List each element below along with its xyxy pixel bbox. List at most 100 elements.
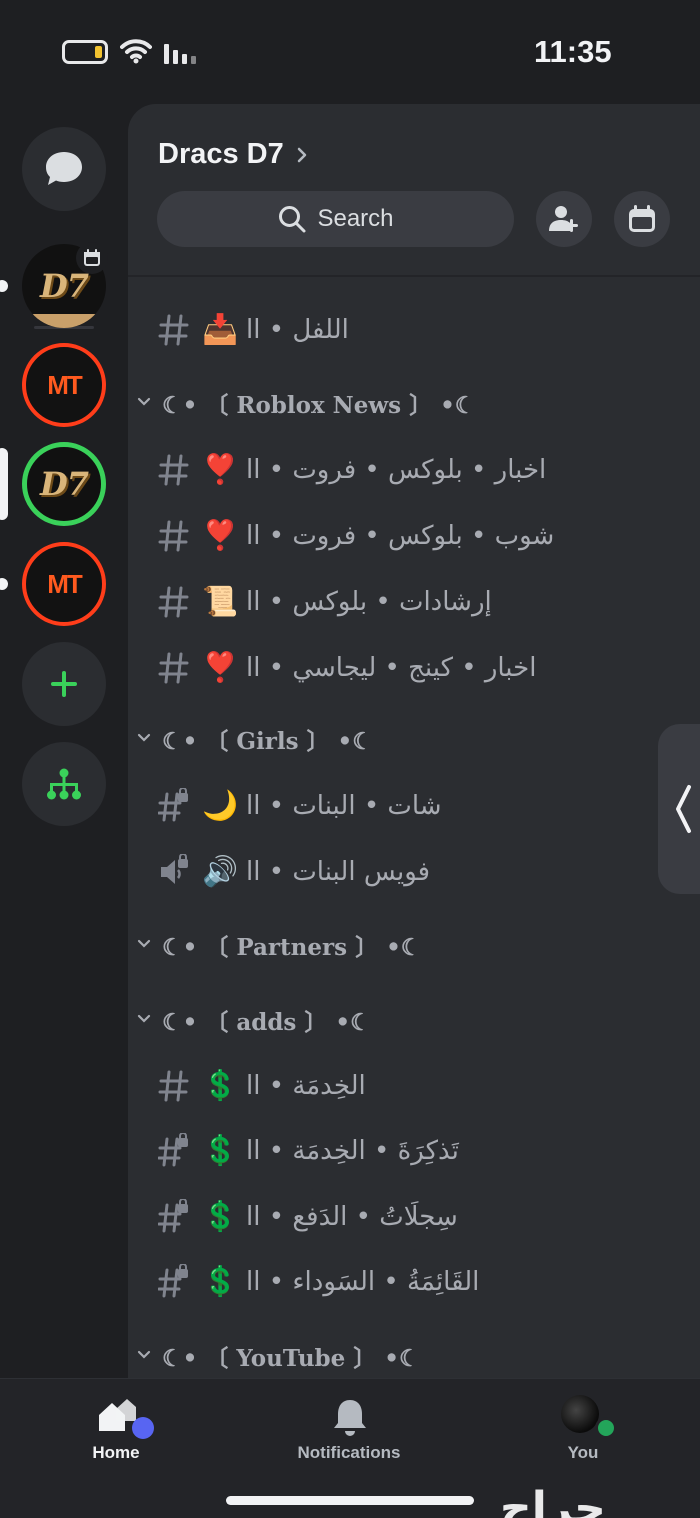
home-indicator[interactable] (226, 1496, 474, 1505)
wifi-icon (120, 39, 152, 64)
channel-emoji: 🌙 (202, 788, 239, 822)
add-server-button[interactable] (22, 642, 106, 726)
unread-indicator (0, 280, 8, 292)
category-header[interactable]: ☾• 〔 adds 〕 •☾ (128, 997, 700, 1057)
category-header[interactable]: ☾• 〔 Roblox News 〕 •☾ (128, 380, 700, 440)
channel-name: فويس البنات • اا (246, 857, 431, 887)
category-title: ☾• 〔 Partners 〕 •☾ (162, 934, 422, 961)
server-name[interactable]: Dracs D7 (158, 138, 284, 171)
watermark: حراج (500, 1483, 606, 1518)
text-channel-icon (158, 652, 189, 684)
server-logo-text: MT (47, 568, 83, 599)
text-channel-icon (158, 586, 189, 618)
locked-text-channel-icon (158, 1199, 188, 1233)
channel-emoji: ❣️ (202, 452, 239, 486)
channel-item[interactable]: 🔊 فويس البنات • اا (128, 844, 700, 904)
bottom-navigation: Home Notifications You حراج (0, 1378, 700, 1518)
channel-emoji: 📜 (202, 584, 239, 618)
channel-item[interactable]: 💲 سِجلَاتُ • الدَفع • اا (128, 1189, 700, 1249)
server-logo-text: MT (47, 369, 83, 400)
member-list-handle[interactable] (658, 724, 700, 894)
channel-name: تَذكِرَةَ • الخِدمَة • اا (246, 1136, 459, 1166)
channel-item[interactable]: 🌙 شات • البنات • اا (128, 778, 700, 838)
category-header[interactable]: ☾• 〔 Girls 〕 •☾ (128, 716, 700, 776)
chevron-left-icon (676, 785, 691, 833)
tab-notifications[interactable]: Notifications (269, 1379, 429, 1479)
locked-voice-channel-icon (161, 854, 188, 884)
server-icon-mt[interactable]: MT (22, 343, 106, 427)
category-title: ☾• 〔 adds 〕 •☾ (162, 1009, 371, 1036)
channel-emoji: 💲 (202, 1068, 239, 1102)
selected-server-indicator (0, 448, 8, 520)
channel-item[interactable]: 💲 الخِدمَة • اا (128, 1058, 700, 1118)
chevron-down-icon (137, 1350, 151, 1359)
server-logo-text: D7 (39, 267, 89, 305)
chevron-down-icon (137, 939, 151, 948)
plus-icon (51, 671, 77, 697)
event-badge (76, 242, 108, 274)
channel-item[interactable]: ❣️ اخبار • كينج • ليجاسي • اا (128, 640, 700, 700)
channel-name: اللفل • اا (246, 315, 349, 345)
server-icon-dracs-d7-selected[interactable]: D7 (22, 442, 106, 526)
cellular-signal-icon (164, 40, 196, 64)
invite-members-button[interactable] (536, 191, 592, 247)
channel-emoji: 🔊 (202, 854, 239, 888)
channel-item[interactable]: ❣️ اخبار • بلوكس • فروت • اا (128, 442, 700, 502)
channel-emoji: 💲 (202, 1264, 239, 1298)
tab-you-label: You (567, 1443, 599, 1462)
text-channel-icon (158, 314, 189, 346)
divider (128, 275, 700, 277)
chevron-right-icon[interactable] (296, 146, 308, 164)
chat-bubble-icon (46, 152, 82, 185)
channel-name: اخبار • بلوكس • فروت • اا (246, 455, 547, 485)
server-icon-mt-2[interactable]: MT (22, 542, 106, 626)
search-label: Search (317, 205, 394, 232)
text-channel-icon (158, 454, 189, 486)
channel-name: القَائِمَةُ • السَوداء • اا (246, 1267, 480, 1297)
category-header[interactable]: ☾• 〔 YouTube 〕 •☾ (128, 1333, 700, 1378)
channel-name: الخِدمَة • اا (246, 1071, 366, 1101)
discover-servers-button[interactable] (22, 742, 106, 826)
calendar-icon (629, 205, 655, 232)
chevron-down-icon (137, 733, 151, 742)
direct-messages-button[interactable] (22, 127, 106, 211)
category-header[interactable]: ☾• 〔 Partners 〕 •☾ (128, 922, 700, 982)
channel-name: إرشادات • بلوكس • اا (246, 587, 492, 617)
server-logo-text: D7 (39, 465, 89, 503)
channel-emoji: ❣️ (202, 518, 239, 552)
server-rail: D7 MT D7 MT (0, 100, 128, 1378)
channel-emoji: 📥 (202, 312, 239, 346)
text-channel-icon (158, 520, 189, 552)
channel-emoji: 💲 (202, 1199, 239, 1233)
locked-text-channel-icon (158, 1133, 188, 1167)
channel-emoji: ❣️ (202, 650, 239, 684)
add-user-icon (549, 206, 578, 232)
search-bar[interactable]: Search (157, 191, 514, 247)
channel-item[interactable]: 💲 تَذكِرَةَ • الخِدمَة • اا (128, 1123, 700, 1183)
tab-home-label: Home (92, 1443, 140, 1462)
locked-text-channel-icon (158, 788, 188, 822)
category-title: ☾• 〔 Girls 〕 •☾ (162, 728, 373, 755)
calendar-icon (84, 249, 100, 266)
category-title: ☾• 〔 Roblox News 〕 •☾ (162, 392, 476, 419)
tab-you[interactable]: You (503, 1379, 663, 1479)
avatar (561, 1395, 599, 1433)
battery-icon (62, 40, 108, 64)
text-channel-icon (158, 1070, 189, 1102)
channel-name: اخبار • كينج • ليجاسي • اا (246, 653, 537, 683)
channel-emoji: 💲 (202, 1133, 239, 1167)
tab-home[interactable]: Home (36, 1379, 196, 1479)
events-button[interactable] (614, 191, 670, 247)
channel-item[interactable]: 💲 القَائِمَةُ • السَوداء • اا (128, 1254, 700, 1314)
channel-item[interactable]: 📥 اللفل • اا (128, 302, 700, 362)
online-status-icon (595, 1417, 617, 1439)
bell-icon (334, 1400, 366, 1436)
channel-item[interactable]: 📜 إرشادات • بلوكس • اا (128, 574, 700, 634)
status-bar: 11:35 (0, 0, 700, 100)
channel-name: شوب • بلوكس • فروت • اا (246, 521, 555, 551)
search-icon (279, 206, 306, 233)
channel-item[interactable]: ❣️ شوب • بلوكس • فروت • اا (128, 508, 700, 568)
category-title: ☾• 〔 YouTube 〕 •☾ (162, 1345, 420, 1372)
locked-text-channel-icon (158, 1264, 188, 1298)
channel-panel: Dracs D7 Search 📥 اللفل • اا ☾• 〔 Roblox… (128, 104, 700, 1378)
